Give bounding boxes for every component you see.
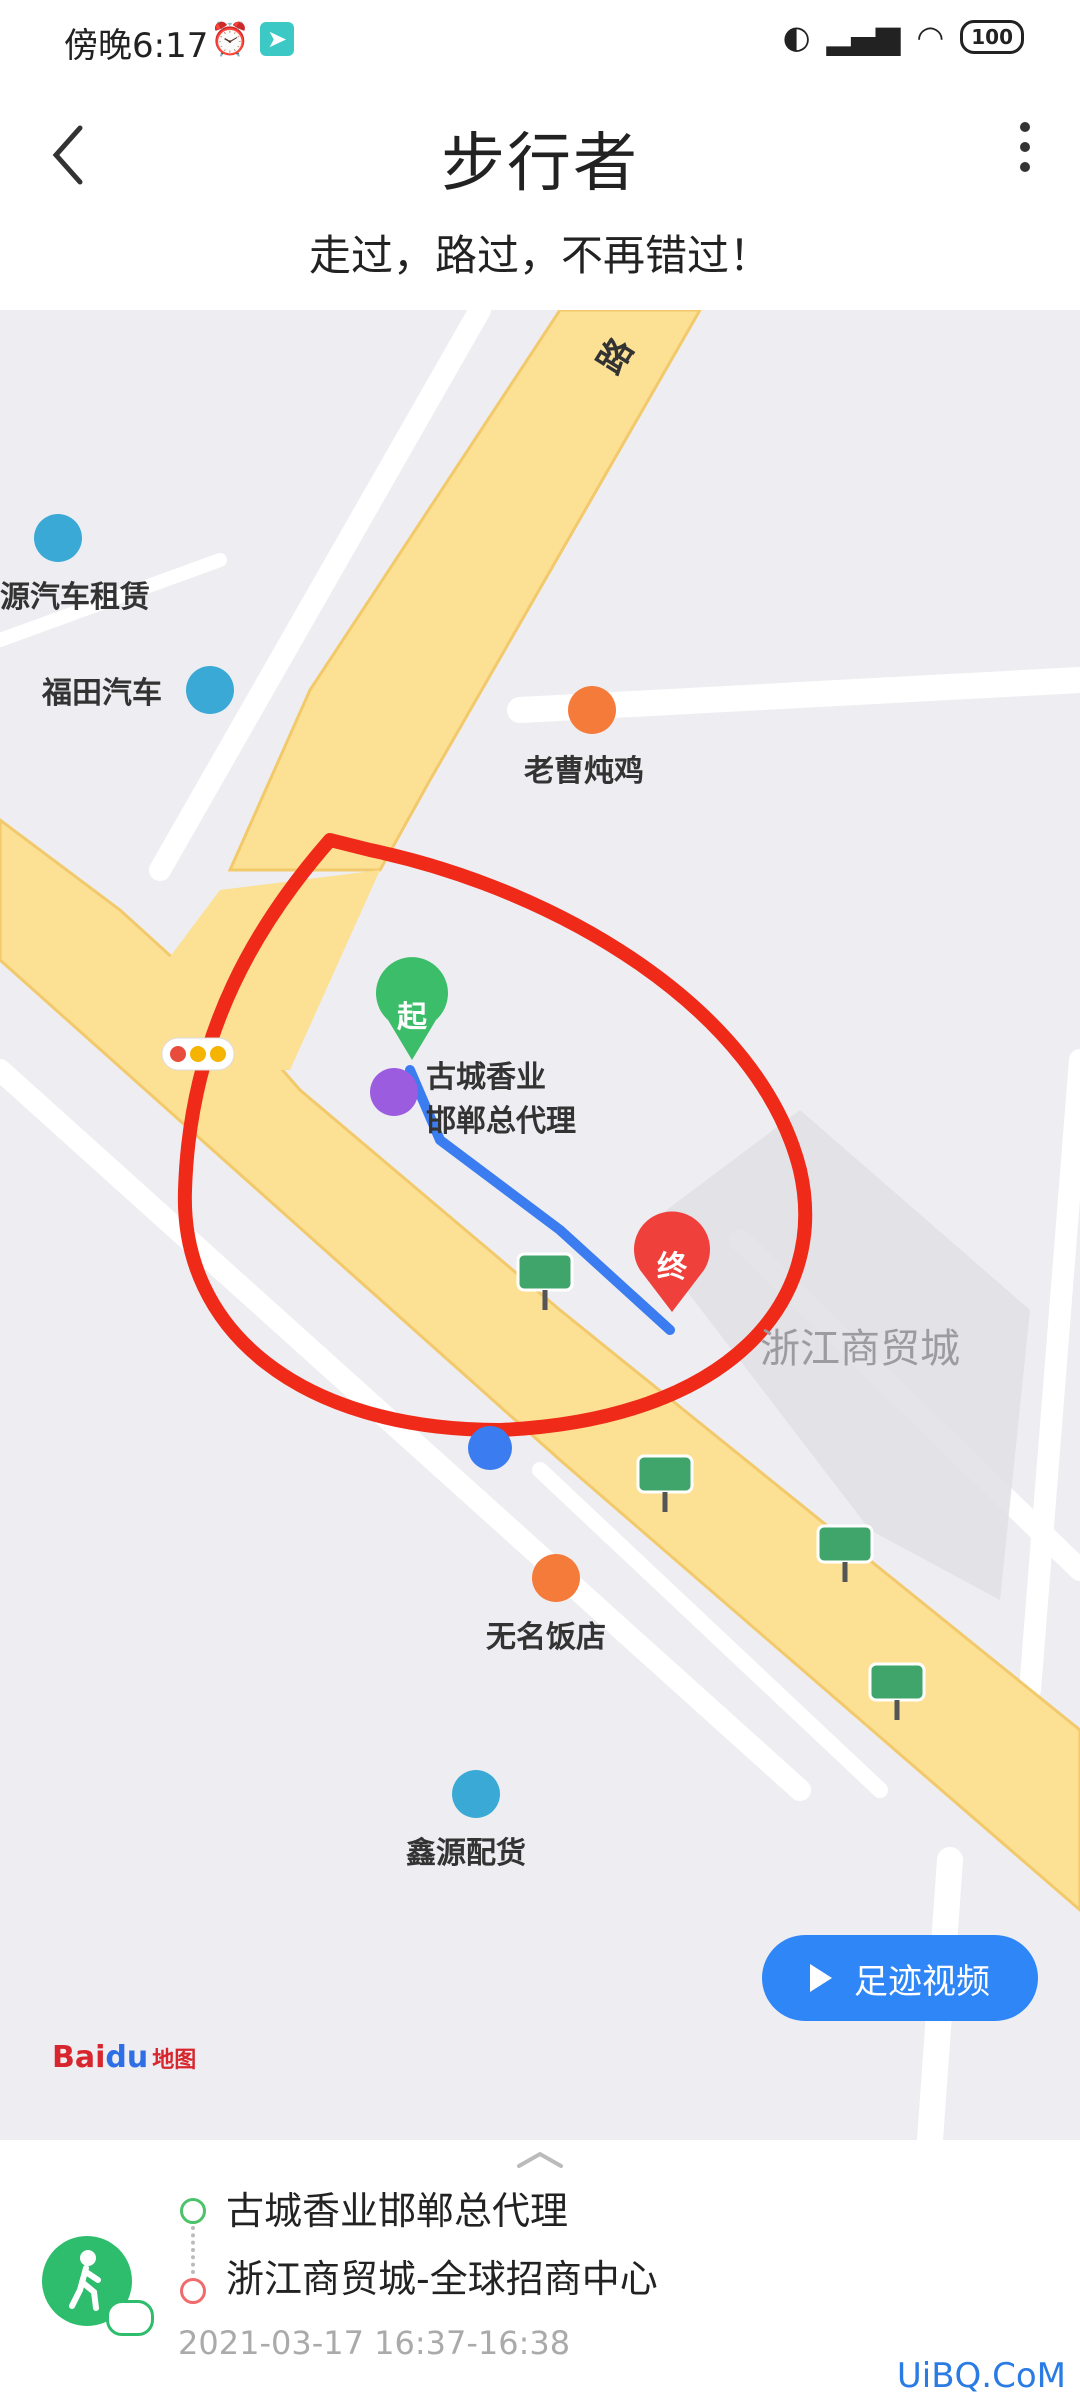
page-title: 步行者: [441, 127, 639, 201]
food-icon: [532, 1554, 580, 1602]
poi-label: 源汽车租赁: [0, 580, 150, 615]
shop-icon: [370, 1068, 418, 1116]
page-subtitle: 走过，路过，不再错过！: [308, 231, 771, 280]
map-canvas: [0, 310, 1080, 2140]
status-time: 傍晚6:17: [64, 26, 209, 66]
food-icon: [568, 686, 616, 734]
route-time-range: 2021-03-17 16:37-16:38: [178, 2324, 571, 2362]
cloud-icon: [106, 2300, 154, 2336]
route-dots: [191, 2226, 199, 2274]
baidu-logo-du: du: [105, 2040, 149, 2075]
status-icons: ◐ ▂▄▆ ◠ 100: [783, 18, 1024, 56]
battery-icon: 100: [960, 20, 1024, 54]
end-marker-label: 终: [657, 1250, 687, 1285]
signal-icon: ▂▄▆: [826, 18, 901, 56]
start-marker-label: 起: [397, 1000, 427, 1035]
chevron-up-icon[interactable]: [515, 2148, 565, 2172]
start-dot: [180, 2198, 206, 2224]
route-from: 古城香业邯郸总代理: [226, 2189, 569, 2233]
poi-label: 邯郸总代理: [426, 1104, 576, 1139]
route-timeline: [180, 2198, 206, 2306]
poi-label: 鑫源配货: [406, 1836, 526, 1871]
watermark: UiBQ.CoM: [896, 2356, 1066, 2396]
status-bar: 傍晚6:17 ⏰ ➤ ◐ ▂▄▆ ◠ 100: [0, 0, 1080, 82]
map-view[interactable]: 路 源汽车租赁 福田汽车 老曹炖鸡 古城香业 邯郸总代理 浙江商贸城 无名饭店 …: [0, 310, 1080, 2140]
poi-label: 老曹炖鸡: [524, 754, 644, 789]
traffic-light-icon: [161, 1037, 235, 1071]
info-icon: [468, 1426, 512, 1470]
footprint-video-label: 足迹视频: [854, 1961, 990, 2002]
play-icon: [810, 1964, 832, 1992]
baidu-logo-suffix: 地图: [152, 2048, 197, 2073]
alarm-icon: ⏰: [210, 20, 250, 58]
route-to: 浙江商贸城-全球招商中心: [226, 2257, 658, 2301]
poi-label: 无名饭店: [486, 1620, 606, 1655]
wifi-icon: ◠: [916, 18, 945, 56]
location-arrow-icon: ➤: [260, 22, 294, 56]
app-header: 步行者 走过，路过，不再错过！: [0, 82, 1080, 312]
baidu-map-logo: Baidu 地图: [52, 2040, 196, 2075]
end-dot: [180, 2278, 206, 2304]
baidu-logo-text: Bai: [52, 2040, 106, 2075]
walking-icon: [42, 2236, 154, 2336]
poi-label: 浙江商贸城: [760, 1326, 960, 1372]
truck-icon: [452, 1770, 500, 1818]
poi-label: 福田汽车: [42, 676, 162, 711]
car-icon: [186, 666, 234, 714]
footprint-video-button[interactable]: 足迹视频: [762, 1935, 1038, 2021]
route-sheet[interactable]: 古城香业邯郸总代理 浙江商贸城-全球招商中心 2021-03-17 16:37-…: [0, 2140, 1080, 2400]
more-options-icon[interactable]: [1010, 112, 1040, 192]
poi-label: 古城香业: [426, 1060, 546, 1095]
car-icon: [34, 514, 82, 562]
headset-icon: ◐: [782, 18, 811, 56]
